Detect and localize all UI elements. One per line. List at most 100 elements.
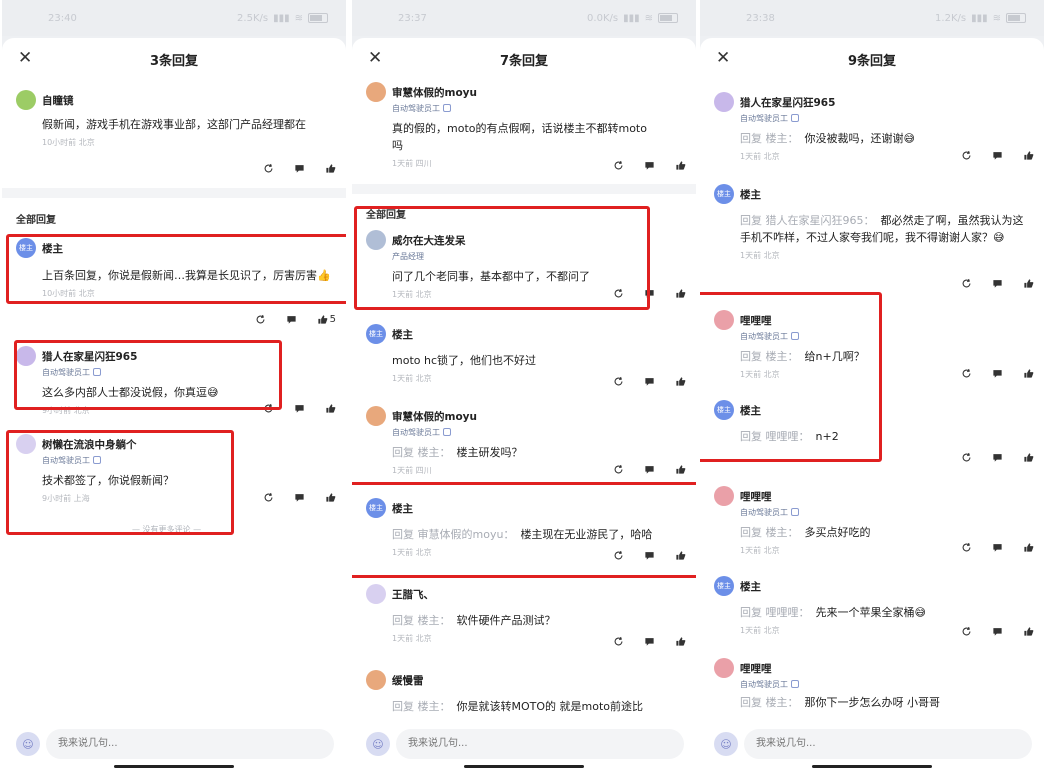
- comment-icon[interactable]: [992, 542, 1003, 553]
- comment-meta: 10小时前 北京: [42, 289, 95, 298]
- like-icon[interactable]: [1023, 542, 1034, 553]
- share-icon[interactable]: [961, 278, 972, 289]
- comment-author[interactable]: 缓慢雷: [392, 673, 424, 688]
- comment-icon[interactable]: [992, 368, 1003, 379]
- comment-input[interactable]: [744, 729, 1032, 759]
- comment-icon[interactable]: [294, 403, 305, 414]
- avatar[interactable]: [366, 82, 386, 102]
- like-icon[interactable]: [1023, 368, 1034, 379]
- comment-icon[interactable]: [992, 626, 1003, 637]
- avatar[interactable]: [366, 230, 386, 250]
- avatar[interactable]: [366, 584, 386, 604]
- status-time: 23:38: [746, 12, 775, 24]
- avatar[interactable]: 楼主: [714, 576, 734, 596]
- share-icon[interactable]: [961, 542, 972, 553]
- comment-icon[interactable]: [644, 550, 655, 561]
- avatar[interactable]: [16, 346, 36, 366]
- share-icon[interactable]: [613, 636, 624, 647]
- avatar[interactable]: [366, 406, 386, 426]
- close-icon[interactable]: ✕: [716, 48, 730, 68]
- avatar[interactable]: 楼主: [366, 498, 386, 518]
- comment-author[interactable]: 威尔在大连发呆: [392, 233, 466, 248]
- comment-author[interactable]: 自瞳镜: [42, 93, 74, 108]
- like-icon[interactable]: [675, 376, 686, 387]
- list-item: 缓慢雷 回复 楼主： 你是就该转MOTO的 就是moto前途比: [366, 670, 682, 715]
- share-icon[interactable]: [263, 492, 274, 503]
- comment-actions: [613, 160, 686, 171]
- like-icon[interactable]: [675, 636, 686, 647]
- comment-icon[interactable]: [992, 150, 1003, 161]
- avatar[interactable]: 楼主: [16, 238, 36, 258]
- share-icon[interactable]: [263, 163, 274, 174]
- share-icon[interactable]: [961, 150, 972, 161]
- comment-author[interactable]: 树懒在流浪中身躺个: [42, 437, 137, 452]
- comment-author[interactable]: 楼主: [740, 579, 761, 594]
- avatar[interactable]: [16, 90, 36, 110]
- avatar[interactable]: [16, 434, 36, 454]
- share-icon[interactable]: [961, 452, 972, 463]
- comment-author[interactable]: 猎人在家星闪狂965: [42, 349, 137, 364]
- like-icon[interactable]: [325, 492, 336, 503]
- avatar[interactable]: 楼主: [366, 324, 386, 344]
- comment-icon[interactable]: [644, 288, 655, 299]
- status-time: 23:40: [48, 12, 77, 24]
- signal-icon: ▮▮▮: [971, 12, 988, 24]
- comment-author[interactable]: 王腊飞、: [392, 587, 434, 602]
- like-icon[interactable]: [325, 403, 336, 414]
- share-icon[interactable]: [613, 550, 624, 561]
- avatar[interactable]: [714, 486, 734, 506]
- comment-icon[interactable]: [644, 636, 655, 647]
- share-icon[interactable]: [961, 626, 972, 637]
- avatar[interactable]: [714, 310, 734, 330]
- share-icon[interactable]: [613, 376, 624, 387]
- avatar[interactable]: 楼主: [714, 184, 734, 204]
- like-icon[interactable]: [1023, 150, 1034, 161]
- share-icon[interactable]: [613, 288, 624, 299]
- like-icon[interactable]: [325, 163, 336, 174]
- comment-icon[interactable]: [992, 452, 1003, 463]
- comment-author[interactable]: 哩哩哩: [740, 313, 772, 328]
- comment-icon[interactable]: [286, 314, 297, 325]
- comment-actions: [613, 376, 686, 387]
- wifi-icon: ≋: [294, 12, 303, 24]
- comment-author[interactable]: 楼主: [740, 403, 761, 418]
- share-icon[interactable]: [613, 160, 624, 171]
- comment-author[interactable]: 楼主: [42, 241, 63, 256]
- comment-author[interactable]: 猎人在家星闪狂965: [740, 95, 835, 110]
- like-icon[interactable]: [1023, 278, 1034, 289]
- comment-author[interactable]: 审慧体假的moyu: [392, 85, 477, 100]
- close-icon[interactable]: ✕: [368, 48, 382, 68]
- share-icon[interactable]: [255, 314, 266, 325]
- like-icon[interactable]: [675, 160, 686, 171]
- comment-icon[interactable]: [644, 464, 655, 475]
- like-icon[interactable]: [675, 464, 686, 475]
- share-icon[interactable]: [961, 368, 972, 379]
- comment-icon[interactable]: [992, 278, 1003, 289]
- comment-input[interactable]: [396, 729, 684, 759]
- like-icon[interactable]: [675, 288, 686, 299]
- avatar[interactable]: [714, 658, 734, 678]
- share-icon[interactable]: [263, 403, 274, 414]
- wifi-icon: ≋: [992, 12, 1001, 24]
- comment-icon[interactable]: [294, 163, 305, 174]
- comment-author[interactable]: 哩哩哩: [740, 489, 772, 504]
- close-icon[interactable]: ✕: [18, 48, 32, 68]
- comment-icon[interactable]: [644, 376, 655, 387]
- avatar[interactable]: 楼主: [714, 400, 734, 420]
- comment-author[interactable]: 哩哩哩: [740, 661, 772, 676]
- comment-input[interactable]: [46, 729, 334, 759]
- like-icon[interactable]: [675, 550, 686, 561]
- comment-author[interactable]: 楼主: [392, 501, 413, 516]
- avatar[interactable]: [366, 670, 386, 690]
- sheet-title: 3条回复: [149, 53, 199, 69]
- avatar[interactable]: [714, 92, 734, 112]
- like-icon[interactable]: [1023, 452, 1034, 463]
- comment-author[interactable]: 楼主: [392, 327, 413, 342]
- share-icon[interactable]: [613, 464, 624, 475]
- comment-icon[interactable]: [644, 160, 655, 171]
- comment-author[interactable]: 审慧体假的moyu: [392, 409, 477, 424]
- like-button[interactable]: 5: [317, 314, 336, 325]
- like-icon[interactable]: [1023, 626, 1034, 637]
- comment-author[interactable]: 楼主: [740, 187, 761, 202]
- comment-icon[interactable]: [294, 492, 305, 503]
